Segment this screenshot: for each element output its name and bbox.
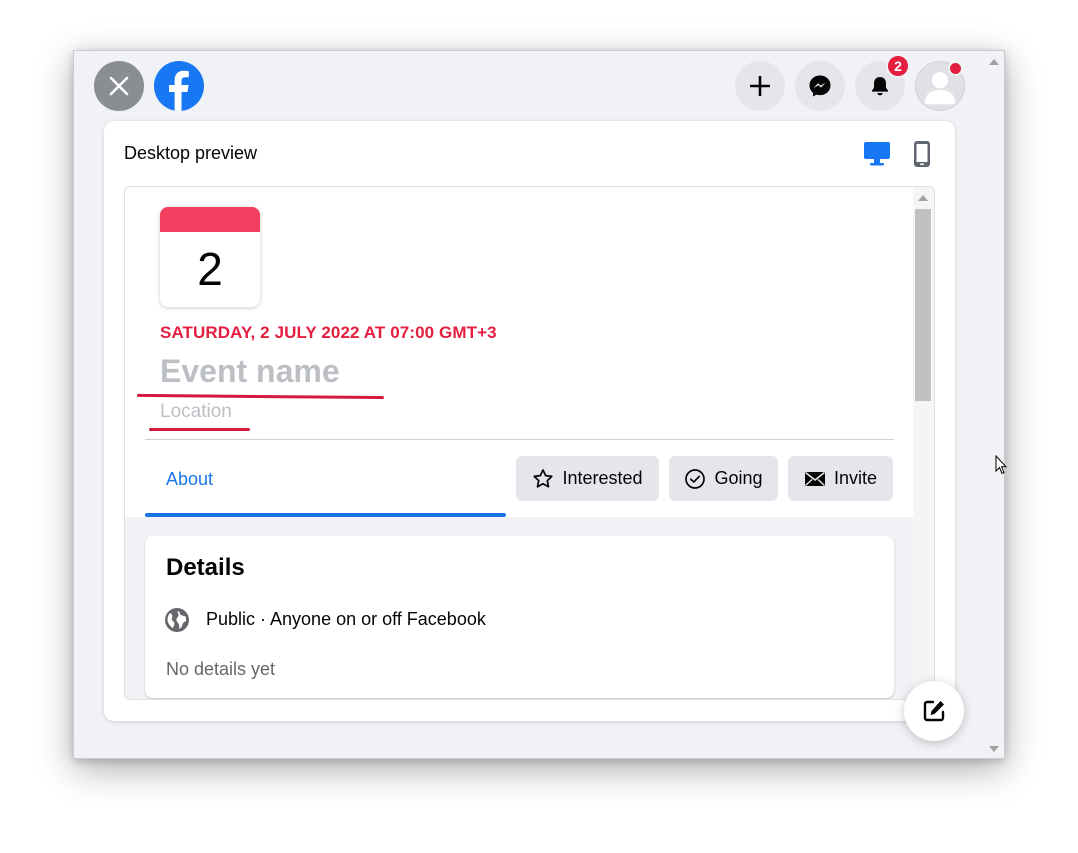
desktop-view-toggle[interactable] [863, 141, 891, 167]
calendar-date-tile: 2 [160, 207, 260, 307]
event-header: 2 SATURDAY, 2 JULY 2022 AT 07:00 GMT+3 E… [125, 187, 914, 517]
preview-title: Desktop preview [124, 143, 258, 163]
going-label: Going [714, 468, 763, 488]
invite-button[interactable]: Invite [788, 456, 893, 501]
close-button[interactable] [94, 61, 144, 111]
tab-about[interactable]: About [145, 455, 506, 517]
tab-about-label: About [166, 469, 214, 489]
create-button[interactable] [735, 61, 785, 111]
desktop-icon [864, 142, 890, 166]
globe-icon [165, 608, 189, 632]
facebook-logo[interactable] [154, 61, 204, 111]
details-card: Details Public · Anyone on or off Facebo… [145, 536, 894, 698]
notification-badge: 2 [886, 54, 910, 78]
event-preview-frame: 2 SATURDAY, 2 JULY 2022 AT 07:00 GMT+3 E… [124, 186, 935, 700]
invite-label: Invite [833, 468, 878, 488]
going-button[interactable]: Going [669, 456, 778, 501]
window-scroll-down-arrow[interactable] [989, 746, 999, 752]
interested-label: Interested [562, 468, 643, 488]
header-divider [145, 439, 894, 440]
mobile-view-toggle[interactable] [912, 140, 932, 168]
envelope-icon [804, 471, 825, 486]
bell-icon [872, 77, 888, 96]
event-location-placeholder: Location [160, 401, 232, 422]
profile-status-dot [948, 61, 963, 76]
messenger-button[interactable] [795, 61, 845, 111]
annotation-underline [149, 428, 250, 431]
details-title: Details [166, 554, 245, 581]
event-preview-content: 2 SATURDAY, 2 JULY 2022 AT 07:00 GMT+3 E… [125, 187, 914, 699]
window-scrollbar[interactable] [984, 51, 1004, 758]
active-tab-indicator [145, 513, 506, 517]
calendar-day-number: 2 [197, 243, 223, 295]
window-scroll-up-arrow[interactable] [989, 59, 999, 65]
check-circle-icon [685, 468, 706, 489]
app-window: 2 Desktop preview 2 SATURDAY, 2 JULY 202… [73, 50, 1005, 759]
messenger-icon [809, 75, 831, 97]
edit-icon [923, 700, 945, 722]
event-name-placeholder: Event name [160, 353, 340, 389]
desktop-preview-card: Desktop preview 2 SATURDAY, 2 JULY 2022 … [104, 121, 955, 721]
scroll-up-arrow[interactable] [918, 195, 928, 201]
calendar-tile-header [160, 207, 260, 232]
event-date-time: SATURDAY, 2 JULY 2022 AT 07:00 GMT+3 [160, 323, 497, 342]
preview-scrollbar[interactable] [913, 187, 934, 699]
annotation-underline [136, 393, 385, 400]
star-icon [533, 468, 554, 488]
scrollbar-thumb[interactable] [915, 209, 931, 401]
plus-icon [750, 76, 770, 96]
mouse-cursor-icon [995, 455, 1007, 475]
interested-button[interactable]: Interested [516, 456, 659, 501]
no-details-text: No details yet [166, 659, 276, 679]
privacy-text: Public · Anyone on or off Facebook [206, 609, 486, 629]
edit-button[interactable] [904, 681, 964, 741]
mobile-icon [914, 141, 930, 167]
facebook-logo-icon [169, 70, 189, 111]
close-icon [109, 76, 129, 96]
